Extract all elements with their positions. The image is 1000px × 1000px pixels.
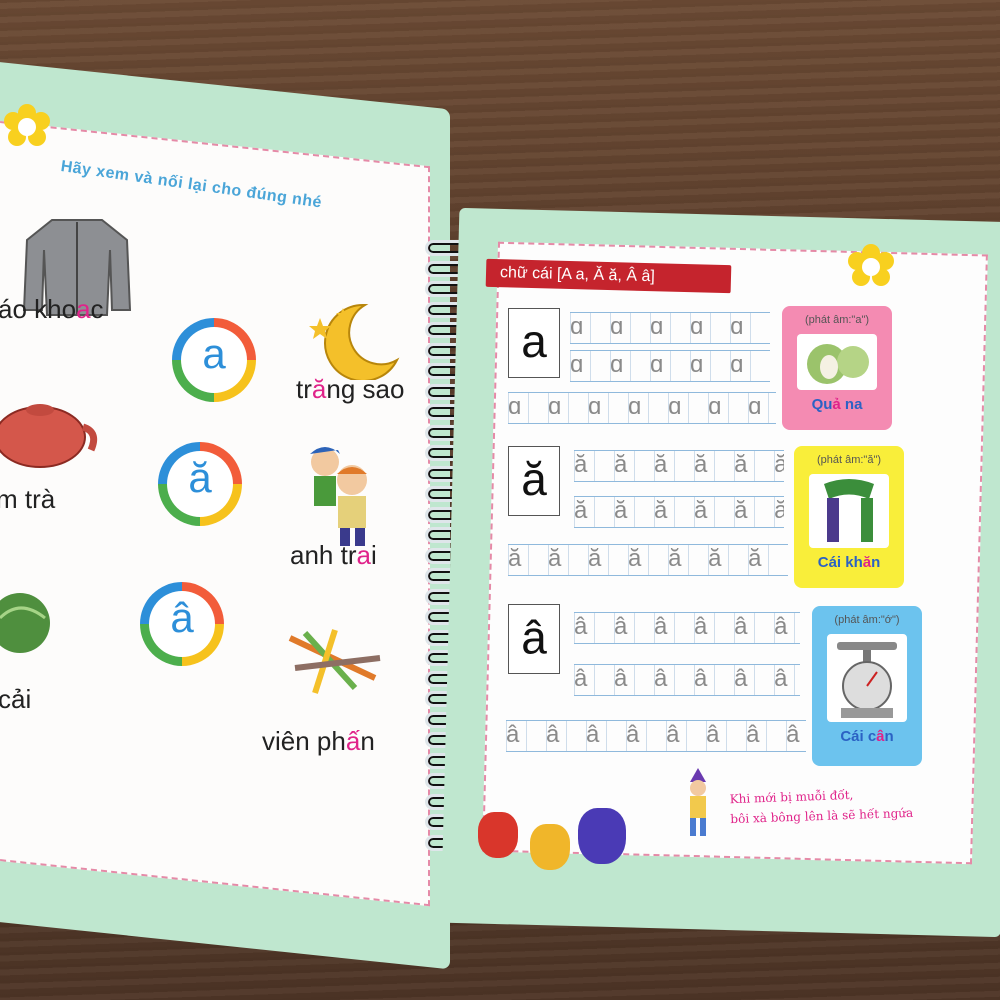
word-vien-phan: viên phấn xyxy=(262,726,375,756)
cabbage-icon xyxy=(0,593,50,653)
custard-apple-icon xyxy=(797,334,877,390)
card-name: Cái khăn xyxy=(817,554,881,571)
card-name: Cái cân xyxy=(840,728,894,745)
chalk-icon xyxy=(288,629,381,694)
phonetic-label: (phát âm:"ớ") xyxy=(834,614,900,626)
model-letter-a: a xyxy=(508,308,560,378)
trace-row: ɑ ɑ ɑ ɑ ɑ ɑ ɑ ɑ ɑ xyxy=(508,392,776,424)
scarf-icon xyxy=(809,474,889,548)
letter-ring-a-circumflex: â xyxy=(140,582,224,666)
flower-icon xyxy=(4,104,50,150)
trace-row: ɑ ɑ ɑ ɑ ɑ ɑ ɑ ɑ xyxy=(570,312,770,344)
trace-row: ă ă ă ă ă ă ă ă xyxy=(574,496,784,528)
trace-row: ɑ ɑ ɑ ɑ ɑ ɑ ɑ ɑ xyxy=(570,350,770,382)
card-name: Quả na xyxy=(811,396,863,413)
picture-card-cai-khan: (phát âm:"ă") Cái khăn xyxy=(794,446,904,588)
word-trang-sao: trăng sao xyxy=(296,374,405,404)
trace-row: â â â â â â â â â xyxy=(506,720,806,752)
boy-icon xyxy=(690,768,706,836)
scale-icon xyxy=(827,634,907,722)
picture-card-cai-can: (phát âm:"ớ") Cái cân xyxy=(812,606,922,766)
word-anh-trai: anh trai xyxy=(290,540,377,570)
word-cai: cải xyxy=(0,684,32,714)
flower-icon xyxy=(848,244,894,290)
trace-row: ă ă ă ă ă ă ă ă ă xyxy=(508,544,788,576)
letter-ring-a: a xyxy=(172,318,256,402)
teapot-icon xyxy=(0,404,98,468)
letter-ring-a-breve: ă xyxy=(158,442,242,526)
model-letter-a-breve: ă xyxy=(508,446,560,516)
yellow-handprint-icon xyxy=(530,824,570,870)
model-letter-a-circumflex: â xyxy=(508,604,560,674)
tip-note: Khi mới bị muỗi đốt, bôi xà bông lên là … xyxy=(729,783,913,829)
picture-card-qua-na: (phát âm:"a") Quả na xyxy=(782,306,892,430)
trace-row: ă ă ă ă ă ă ă ă xyxy=(574,450,784,482)
word-am-tra: m trà xyxy=(0,484,56,514)
trace-row: â â â â â â â â xyxy=(574,664,800,696)
moon-stars-icon xyxy=(309,303,400,380)
word-ao-khoac: áo khoac xyxy=(0,294,104,324)
red-handprint-icon xyxy=(478,812,518,858)
trace-row: â â â â â â â â xyxy=(574,612,800,644)
phonetic-label: (phát âm:"ă") xyxy=(816,454,882,466)
children-icon xyxy=(310,447,367,546)
phonetic-label: (phát âm:"a") xyxy=(804,314,870,326)
blue-handprint-icon xyxy=(578,808,626,864)
